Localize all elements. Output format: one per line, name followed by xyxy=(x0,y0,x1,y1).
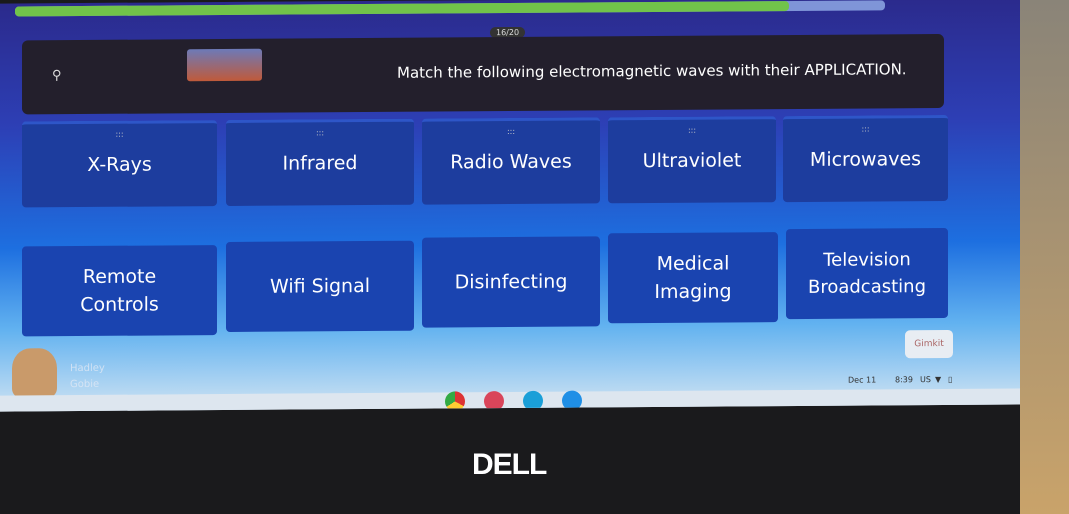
dell-logo: DELL xyxy=(472,448,547,481)
question-image[interactable] xyxy=(187,48,262,82)
term-label: Ultraviolet xyxy=(642,149,742,173)
chrome-icon[interactable] xyxy=(445,391,465,412)
application-card[interactable]: Wifi Signal xyxy=(226,240,414,333)
app-icon[interactable] xyxy=(484,391,504,412)
drag-handle-icon[interactable]: ::: xyxy=(316,127,324,139)
application-label: Disinfecting xyxy=(454,270,568,294)
progress-bar xyxy=(15,0,885,17)
term-label: Radio Waves xyxy=(450,150,572,174)
application-card[interactable]: Disinfecting xyxy=(422,236,600,328)
screen: 16/20 ⚲ Match the following electromagne… xyxy=(0,0,1025,412)
question-box: ⚲ Match the following electromagnetic wa… xyxy=(22,33,944,115)
drag-handle-icon[interactable]: ::: xyxy=(507,126,515,138)
application-label: Television Broadcasting xyxy=(807,249,927,298)
drag-handle-icon[interactable]: ::: xyxy=(861,124,869,136)
term-card[interactable]: ::: Ultraviolet xyxy=(608,116,776,204)
date[interactable]: Dec 11 xyxy=(848,375,876,384)
screencast-icon[interactable] xyxy=(523,390,543,411)
files-icon[interactable] xyxy=(562,390,582,411)
gimkit-logo[interactable]: Gimkit xyxy=(905,329,953,359)
term-card[interactable]: ::: X-Rays xyxy=(22,120,217,208)
application-card[interactable]: Medical Imaging xyxy=(608,232,778,324)
term-label: X-Rays xyxy=(87,153,152,177)
zoom-icon[interactable]: ⚲ xyxy=(52,68,62,83)
os-shelf xyxy=(0,388,1025,412)
term-label: Microwaves xyxy=(809,148,922,172)
player-name: Hadley Gobie xyxy=(70,362,105,391)
term-card[interactable]: ::: Radio Waves xyxy=(422,117,600,205)
question-text: Match the following electromagnetic wave… xyxy=(397,60,907,82)
locale[interactable]: US xyxy=(920,375,931,384)
background-wall xyxy=(1020,0,1069,514)
wifi-icon[interactable]: ▼ xyxy=(935,375,941,384)
drag-handle-icon[interactable]: ::: xyxy=(115,129,123,141)
term-card[interactable]: ::: Infrared xyxy=(226,118,414,207)
drag-handle-icon[interactable]: ::: xyxy=(688,125,696,137)
application-card[interactable]: Television Broadcasting xyxy=(786,227,948,320)
player-avatar xyxy=(12,348,57,399)
application-label: Medical Imaging xyxy=(654,251,732,304)
progress-fill xyxy=(15,1,790,17)
clock[interactable]: 8:39 xyxy=(895,375,913,384)
battery-icon[interactable]: ▯ xyxy=(948,375,952,384)
application-label: Wifi Signal xyxy=(269,274,371,298)
application-label: Remote Controls xyxy=(80,264,159,317)
term-label: Infrared xyxy=(282,152,358,175)
application-card[interactable]: Remote Controls xyxy=(22,245,217,337)
term-card[interactable]: ::: Microwaves xyxy=(783,114,948,203)
